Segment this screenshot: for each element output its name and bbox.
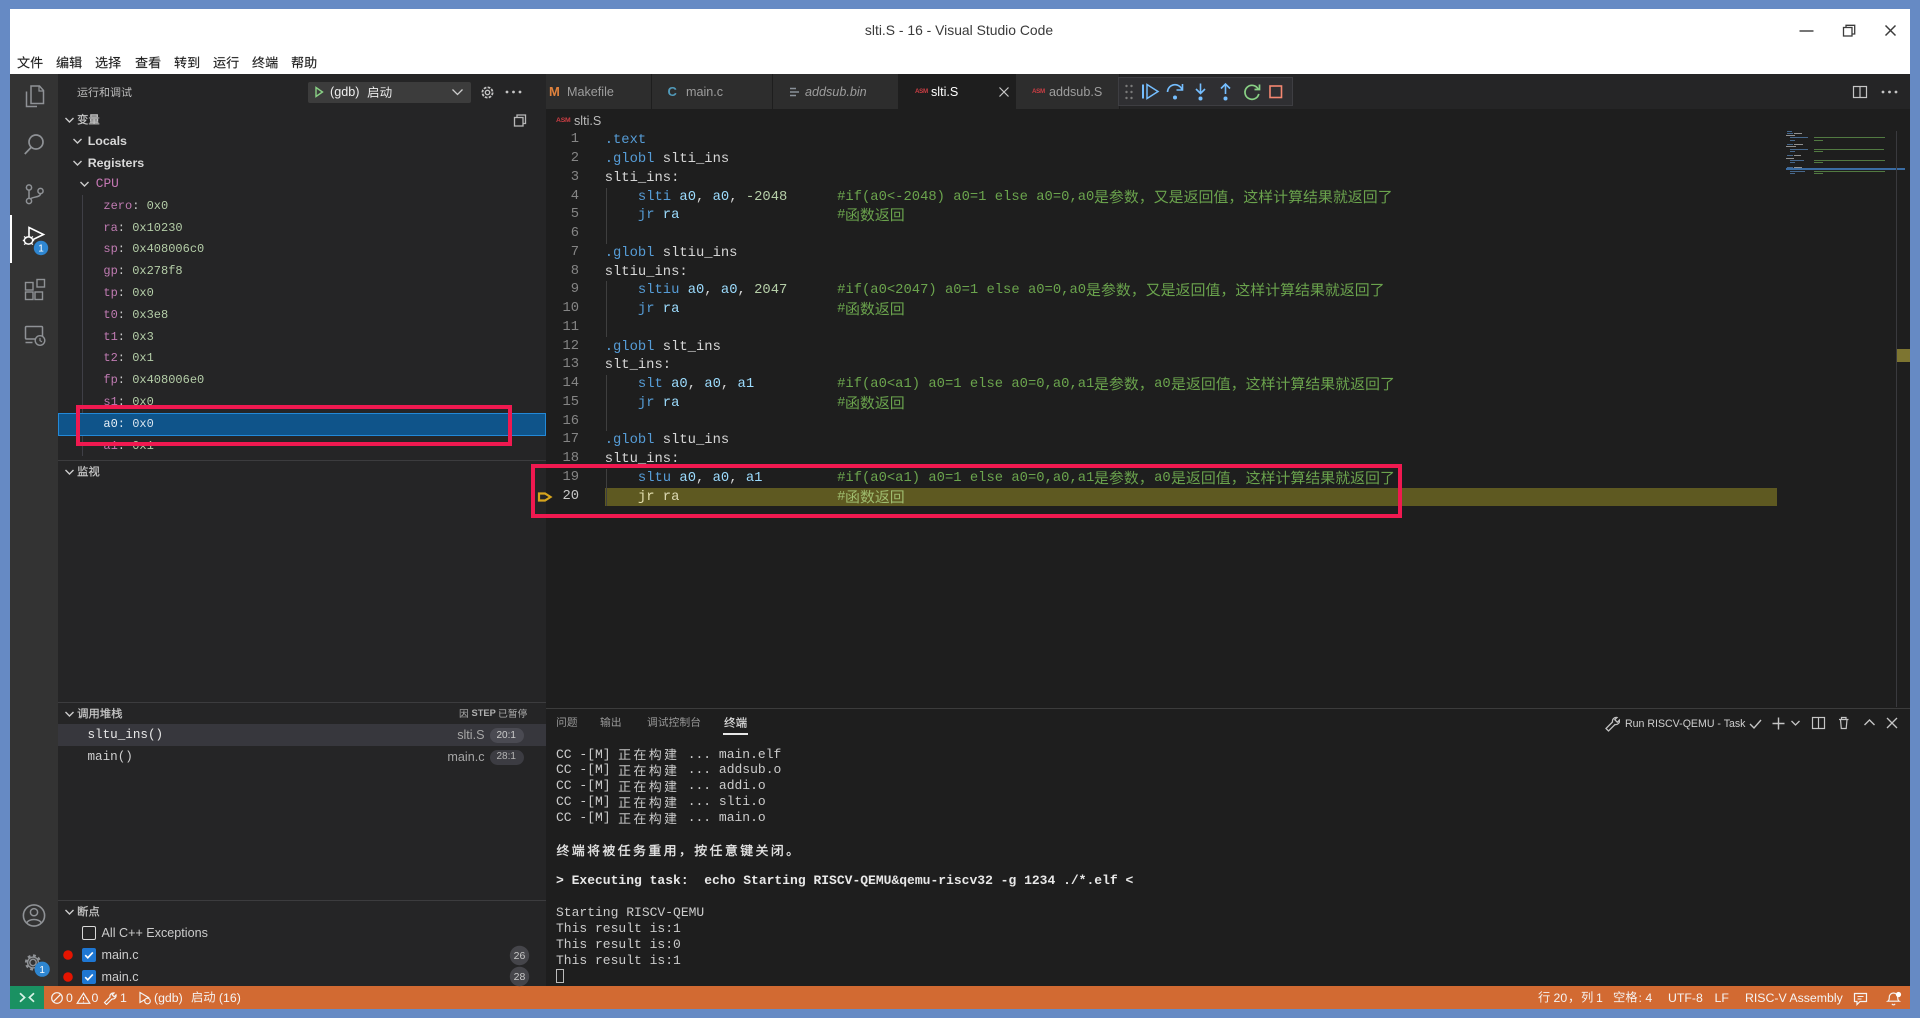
svg-text:28: 28 xyxy=(514,971,526,983)
svg-text:1: 1 xyxy=(39,965,45,976)
svg-text:1: 1 xyxy=(38,244,44,255)
svg-text:26: 26 xyxy=(514,950,526,962)
